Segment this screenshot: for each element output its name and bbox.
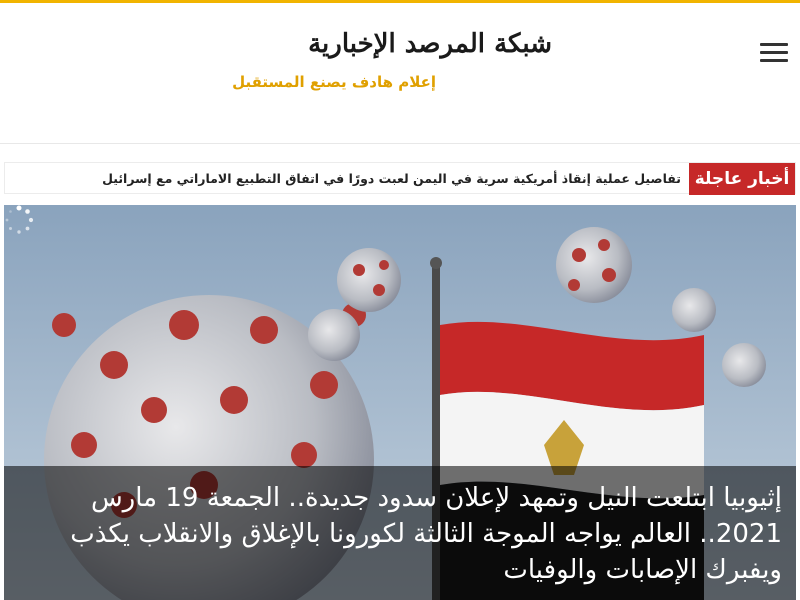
site-logo-title[interactable]: شبكة المرصد الإخبارية: [240, 29, 552, 59]
site-slogan: إعلام هادف يصنع المستقبل: [232, 73, 436, 91]
featured-article[interactable]: إثيوبيا ابتلعت النيل وتمهد لإعلان سدود ج…: [4, 205, 796, 600]
breaking-news-headline[interactable]: تفاصيل عملية إنقاذ أمريكية سرية في اليمن…: [31, 163, 681, 195]
featured-headline[interactable]: إثيوبيا ابتلعت النيل وتمهد لإعلان سدود ج…: [34, 480, 782, 588]
hamburger-menu-icon[interactable]: [760, 43, 790, 65]
breaking-news-label: أخبار عاجلة: [689, 163, 795, 195]
site-header: شبكة المرصد الإخبارية إعلام هادف يصنع ال…: [0, 3, 800, 144]
breaking-news-bar: أخبار عاجلة تفاصيل عملية إنقاذ أمريكية س…: [4, 162, 796, 195]
loading-spinner-icon: [5, 205, 34, 234]
featured-caption: إثيوبيا ابتلعت النيل وتمهد لإعلان سدود ج…: [4, 466, 796, 600]
